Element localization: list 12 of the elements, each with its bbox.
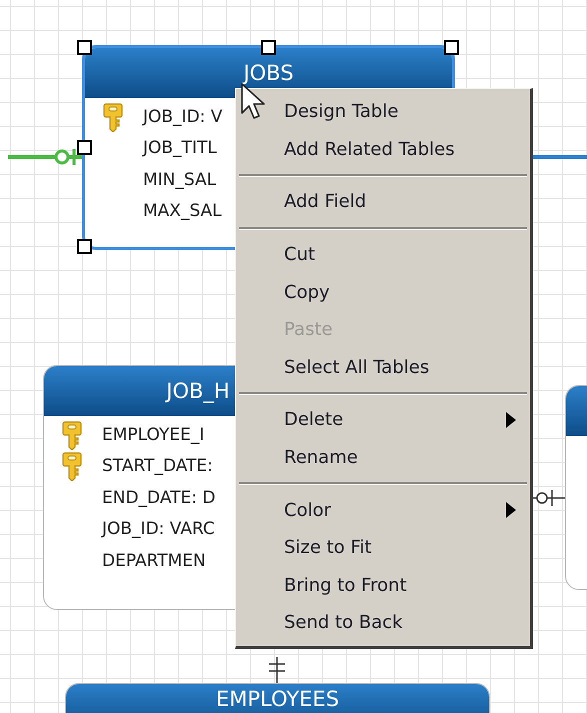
column-text: JOB_ID: V	[143, 106, 222, 127]
column-text: JOB_ID: VARC	[102, 519, 215, 540]
column-text: DEPARTMEN	[102, 550, 206, 571]
column-text: MAX_SAL	[143, 201, 222, 222]
column-text: END_DATE: D	[102, 488, 216, 508]
table-title: JOB_H	[166, 379, 230, 403]
column-text: MIN_SAL	[143, 170, 216, 190]
table-title: EMPLOYEES	[216, 687, 340, 711]
column-text: JOB_TITL	[143, 138, 217, 158]
column-text: EMPLOYEE_I	[102, 424, 204, 445]
table-title: JOBS	[243, 61, 294, 85]
column-text: START_DATE:	[102, 456, 213, 476]
